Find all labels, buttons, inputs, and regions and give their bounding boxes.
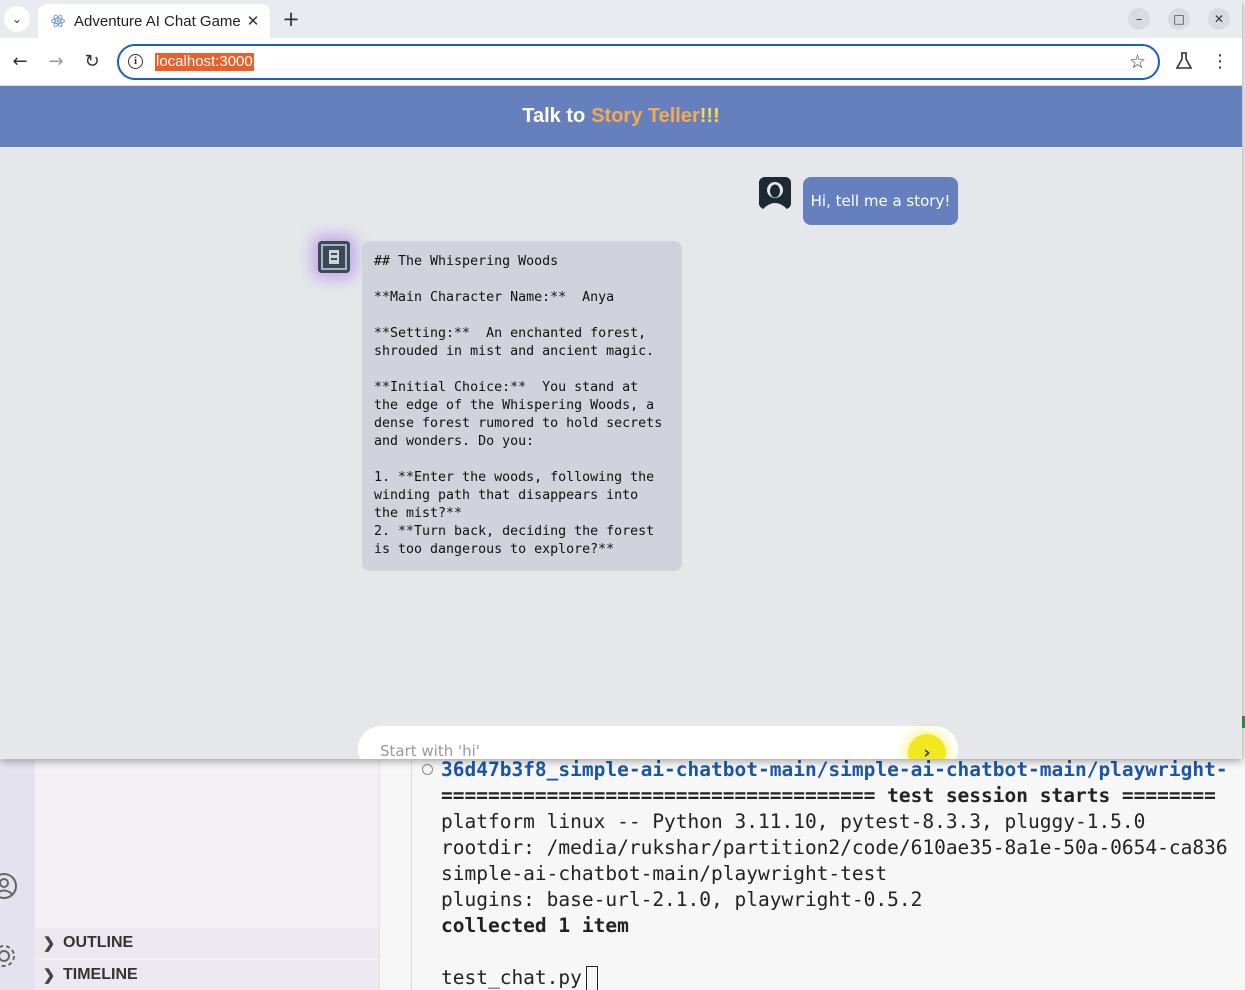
browser-window: ⌄ Adventure AI Chat Game ✕ + – □ ✕ ← → ↻… — [0, 0, 1242, 759]
menu-button[interactable]: ⋮ — [1208, 49, 1232, 73]
terminal-line: plugins: base-url-2.1.0, playwright-0.5.… — [441, 888, 923, 911]
flask-icon — [1176, 52, 1192, 69]
labs-button[interactable] — [1172, 49, 1196, 73]
terminal-line: 36d47b3f8_simple-ai-chatbot-main/simple-… — [441, 760, 1228, 781]
info-icon[interactable]: i — [128, 54, 143, 69]
reload-icon: ↻ — [84, 50, 100, 72]
timeline-section[interactable]: ❯ TIMELINE — [35, 960, 379, 990]
chevron-right-icon: › — [923, 743, 931, 759]
terminal-panel[interactable]: 36d47b3f8_simple-ai-chatbot-main/simple-… — [412, 760, 1245, 990]
timeline-label: TIMELINE — [63, 966, 138, 983]
terminal-cursor — [585, 965, 598, 990]
outline-section[interactable]: ❯ OUTLINE — [35, 928, 379, 958]
chat-app: Talk to Story Teller!!! Hi, tell me a st… — [0, 86, 1242, 759]
url-text[interactable]: localhost:3000 — [155, 53, 254, 71]
tab-title: Adventure AI Chat Game — [74, 12, 241, 30]
chevron-down-icon: ⌄ — [11, 12, 23, 26]
terminal-line: rootdir: /media/rukshar/partition2/code/… — [441, 836, 1228, 859]
user-message: Hi, tell me a story! — [803, 177, 958, 225]
ide-sidebar: ❯ OUTLINE ❯ TIMELINE — [35, 760, 380, 990]
minimize-button[interactable]: – — [1128, 8, 1150, 30]
user-avatar — [759, 177, 791, 209]
reload-button[interactable]: ↻ — [80, 49, 104, 73]
account-icon[interactable] — [0, 872, 18, 900]
terminal-line: ===================================== te… — [441, 784, 1216, 807]
circle-icon — [422, 764, 433, 775]
user-silhouette-icon — [759, 177, 791, 209]
forward-button[interactable]: → — [44, 49, 68, 73]
terminal-line: platform linux -- Python 3.11.10, pytest… — [441, 810, 1146, 833]
terminal-line: test_chat.py — [441, 966, 582, 989]
close-icon: ✕ — [1213, 12, 1225, 26]
header-accent: Story Teller — [591, 105, 700, 127]
terminal-prompt-line: test_chat.py — [441, 965, 598, 990]
robot-icon — [318, 241, 350, 273]
header-exclaim: !!! — [699, 105, 720, 127]
address-bar[interactable]: i localhost:3000 ☆ — [117, 44, 1160, 80]
bot-avatar — [318, 241, 350, 273]
bot-message: ## The Whispering Woods **Main Character… — [362, 241, 682, 571]
tab-bar: ⌄ Adventure AI Chat Game ✕ + – □ ✕ — [0, 0, 1242, 38]
back-button[interactable]: ← — [8, 49, 32, 73]
maximize-button[interactable]: □ — [1168, 8, 1190, 30]
chevron-right-icon: ❯ — [42, 967, 56, 984]
header-prefix: Talk to — [522, 105, 586, 127]
plus-icon: + — [282, 7, 300, 31]
browser-toolbar: ← → ↻ i localhost:3000 ☆ ⋮ — [0, 38, 1242, 86]
ide-activity-bar — [0, 760, 35, 990]
tab-search-button[interactable]: ⌄ — [4, 6, 30, 32]
send-button[interactable]: › — [908, 734, 946, 759]
ide-gutter — [380, 760, 412, 990]
kebab-menu-icon: ⋮ — [1211, 50, 1229, 72]
outline-label: OUTLINE — [63, 934, 134, 951]
tab-active[interactable]: Adventure AI Chat Game ✕ — [38, 4, 270, 38]
arrow-left-icon: ← — [12, 50, 28, 72]
react-favicon-icon — [51, 14, 65, 28]
terminal-line: simple-ai-chatbot-main/playwright-test — [441, 862, 888, 885]
maximize-icon: □ — [1173, 12, 1185, 26]
close-window-button[interactable]: ✕ — [1208, 8, 1230, 30]
chevron-right-icon: ❯ — [42, 935, 56, 952]
gear-icon[interactable] — [0, 942, 18, 970]
minimize-icon: – — [1136, 12, 1142, 26]
bookmark-star-icon[interactable]: ☆ — [1129, 51, 1146, 73]
close-icon[interactable]: ✕ — [242, 12, 264, 30]
new-tab-button[interactable]: + — [280, 8, 302, 30]
chat-input[interactable] — [378, 739, 902, 759]
app-header: Talk to Story Teller!!! — [0, 86, 1242, 147]
terminal-line: collected 1 item — [441, 914, 629, 937]
chat-input-bar: › — [358, 726, 958, 759]
arrow-right-icon: → — [48, 50, 64, 72]
